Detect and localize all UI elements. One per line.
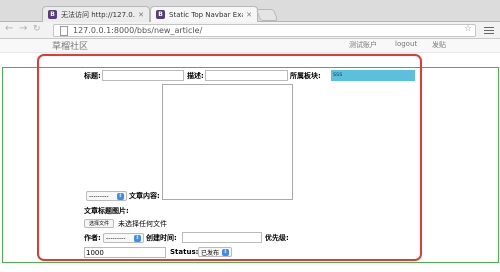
nav-link-account[interactable]: 测试账户 [349,40,377,50]
bootstrap-favicon-icon: B [156,10,165,19]
close-icon[interactable]: ✕ [138,11,144,19]
highlight-frame [37,54,422,261]
bootstrap-favicon-icon: B [48,10,57,19]
nav-link-post[interactable]: 发贴 [432,40,446,50]
new-tab-button[interactable] [255,9,279,21]
menu-icon[interactable] [484,25,494,35]
browser-tab-2[interactable]: B Static Top Navbar Example ✕ [150,6,258,22]
url-text: 127.0.0.1:8000/bbs/new_article/ [73,26,203,35]
site-brand[interactable]: 草榴社区 [52,39,88,52]
back-arrow-icon[interactable]: ← [5,23,13,34]
tab-title: Static Top Navbar Example [169,10,243,19]
reload-icon[interactable]: ↻ [33,24,41,34]
close-icon[interactable]: ✕ [246,11,252,19]
bookmark-star-icon[interactable]: ☆ [464,24,472,34]
address-bar[interactable]: 127.0.0.1:8000/bbs/new_article/ [53,24,476,37]
tab-title: 无法访问 http://127.0.0.1:8 [61,10,135,19]
page-icon [60,25,68,36]
nav-link-logout[interactable]: logout [395,40,417,48]
browser-tab-1[interactable]: B 无法访问 http://127.0.0.1:8 ✕ [42,6,150,22]
forward-arrow-icon[interactable]: → [19,23,27,34]
